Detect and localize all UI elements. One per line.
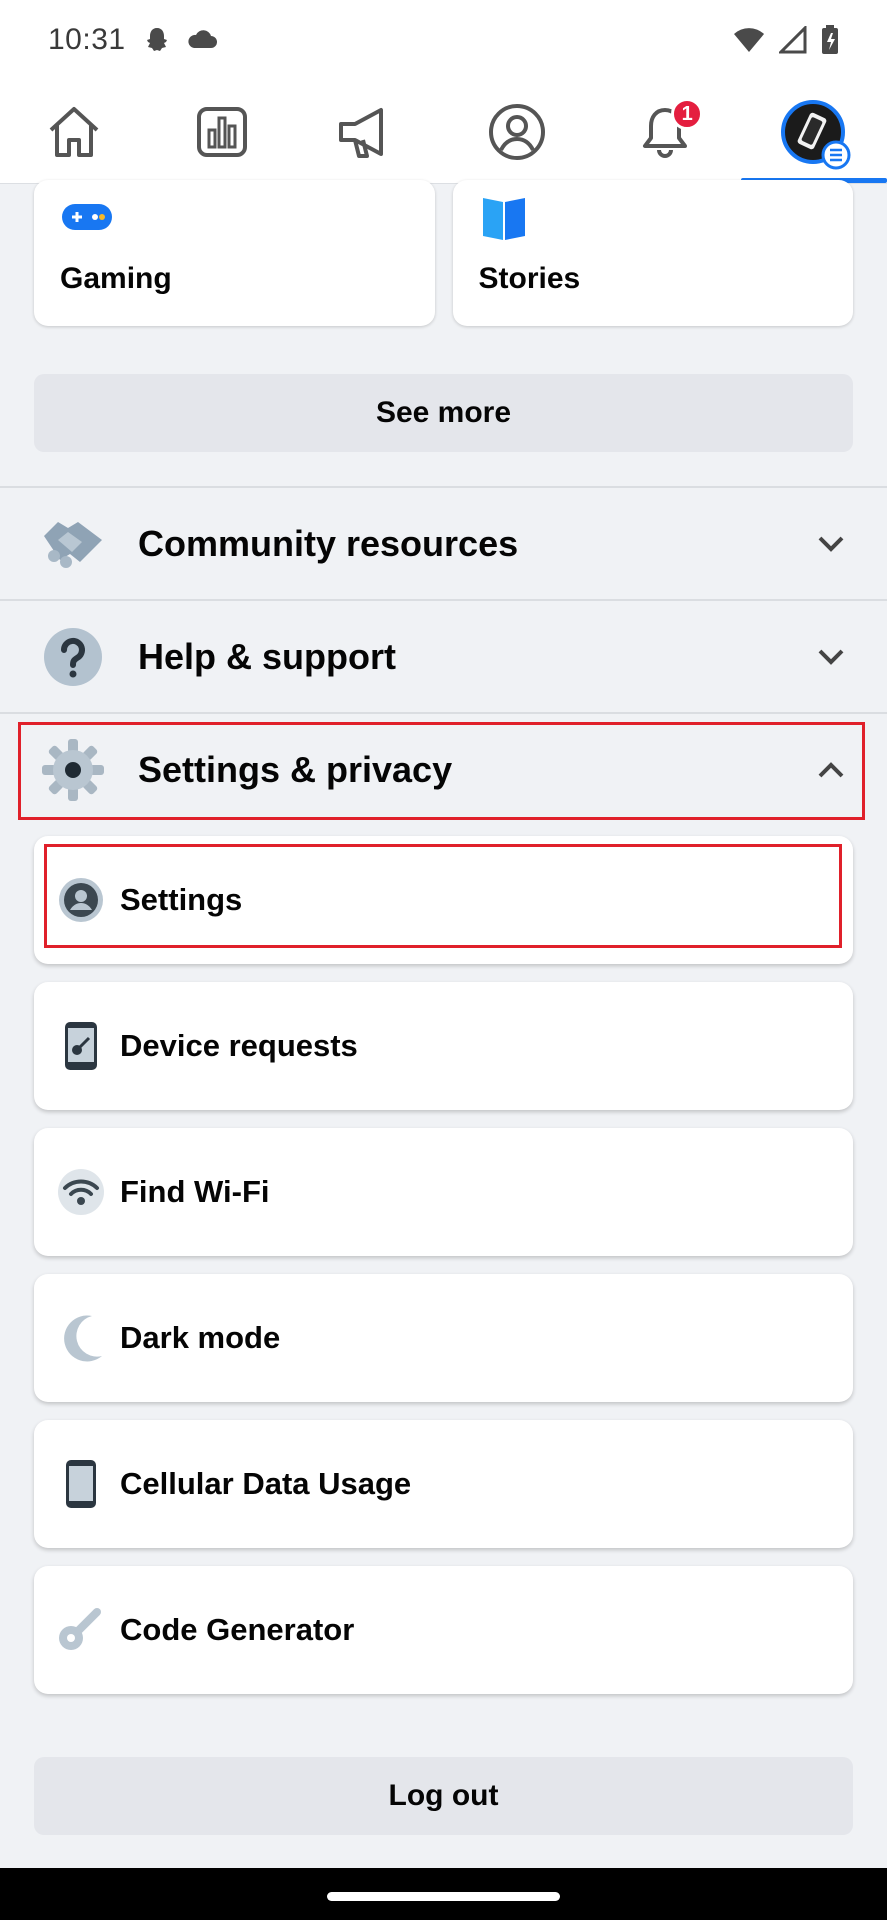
megaphone-icon	[338, 107, 399, 158]
chevron-down-icon	[818, 536, 844, 552]
notification-badge: 1	[671, 98, 704, 130]
cloud-icon	[188, 30, 217, 48]
menu-item-find-wifi[interactable]: Find Wi-Fi	[34, 1128, 853, 1256]
section-label: Community resources	[138, 523, 519, 564]
hamburger-icon	[821, 140, 851, 169]
question-icon	[44, 628, 102, 686]
profile-icon	[489, 103, 546, 160]
tab-notifications[interactable]: 1	[591, 80, 739, 183]
moon-icon	[64, 1315, 102, 1362]
wifi-signal-icon	[734, 28, 764, 52]
section-help-support[interactable]: Help & support	[0, 602, 887, 712]
tab-ads[interactable]	[296, 80, 444, 183]
menu-item-device-requests[interactable]: Device requests	[34, 982, 853, 1110]
top-nav-bar: 1	[0, 80, 887, 184]
see-more-button[interactable]: See more	[34, 374, 853, 452]
menu-item-label: Device requests	[120, 1028, 358, 1063]
battery-icon	[822, 25, 838, 54]
menu-item-dark-mode[interactable]: Dark mode	[34, 1274, 853, 1402]
section-community-resources[interactable]: Community resources	[0, 489, 887, 599]
handshake-icon	[44, 522, 102, 568]
section-label: Help & support	[138, 636, 396, 677]
shortcut-stories[interactable]: Stories	[452, 180, 853, 326]
home-icon	[49, 106, 99, 157]
phone-icon	[66, 1460, 96, 1508]
highlight-settings-privacy	[18, 722, 865, 820]
menu-avatar	[781, 99, 851, 169]
menu-item-label: Cellular Data Usage	[120, 1466, 412, 1501]
menu-item-code-generator[interactable]: Code Generator	[34, 1566, 853, 1694]
stories-book-icon	[482, 198, 525, 240]
log-out-button[interactable]: Log out	[34, 1757, 853, 1835]
key-icon	[59, 1608, 101, 1650]
tab-home[interactable]	[0, 80, 148, 183]
home-gesture-handle[interactable]	[327, 1892, 560, 1901]
divider	[0, 712, 887, 714]
shortcut-cards: Gaming Stories	[34, 180, 853, 326]
divider	[0, 486, 887, 488]
tab-dashboard[interactable]	[148, 80, 296, 183]
wifi-icon	[58, 1169, 104, 1215]
menu-item-label: Dark mode	[120, 1320, 281, 1355]
shortcut-gaming[interactable]: Gaming	[34, 180, 435, 326]
menu-item-cellular-data[interactable]: Cellular Data Usage	[34, 1420, 853, 1548]
cell-signal-icon	[779, 26, 807, 54]
tab-profile[interactable]	[443, 80, 591, 183]
highlight-settings	[44, 844, 842, 948]
menu-item-label: Code Generator	[120, 1612, 355, 1647]
shortcut-label: Gaming	[60, 262, 172, 295]
status-time: 10:31	[48, 23, 126, 56]
shortcut-label: Stories	[478, 262, 581, 295]
bar-chart-icon	[196, 106, 247, 157]
gaming-controller-icon	[62, 204, 112, 230]
phone-key-icon	[65, 1022, 97, 1070]
snapchat-icon	[146, 28, 167, 51]
tab-menu[interactable]	[739, 80, 887, 183]
status-bar: 10:31	[0, 0, 887, 80]
divider	[0, 599, 887, 601]
chevron-down-icon	[818, 649, 844, 665]
menu-item-label: Find Wi-Fi	[120, 1174, 270, 1209]
